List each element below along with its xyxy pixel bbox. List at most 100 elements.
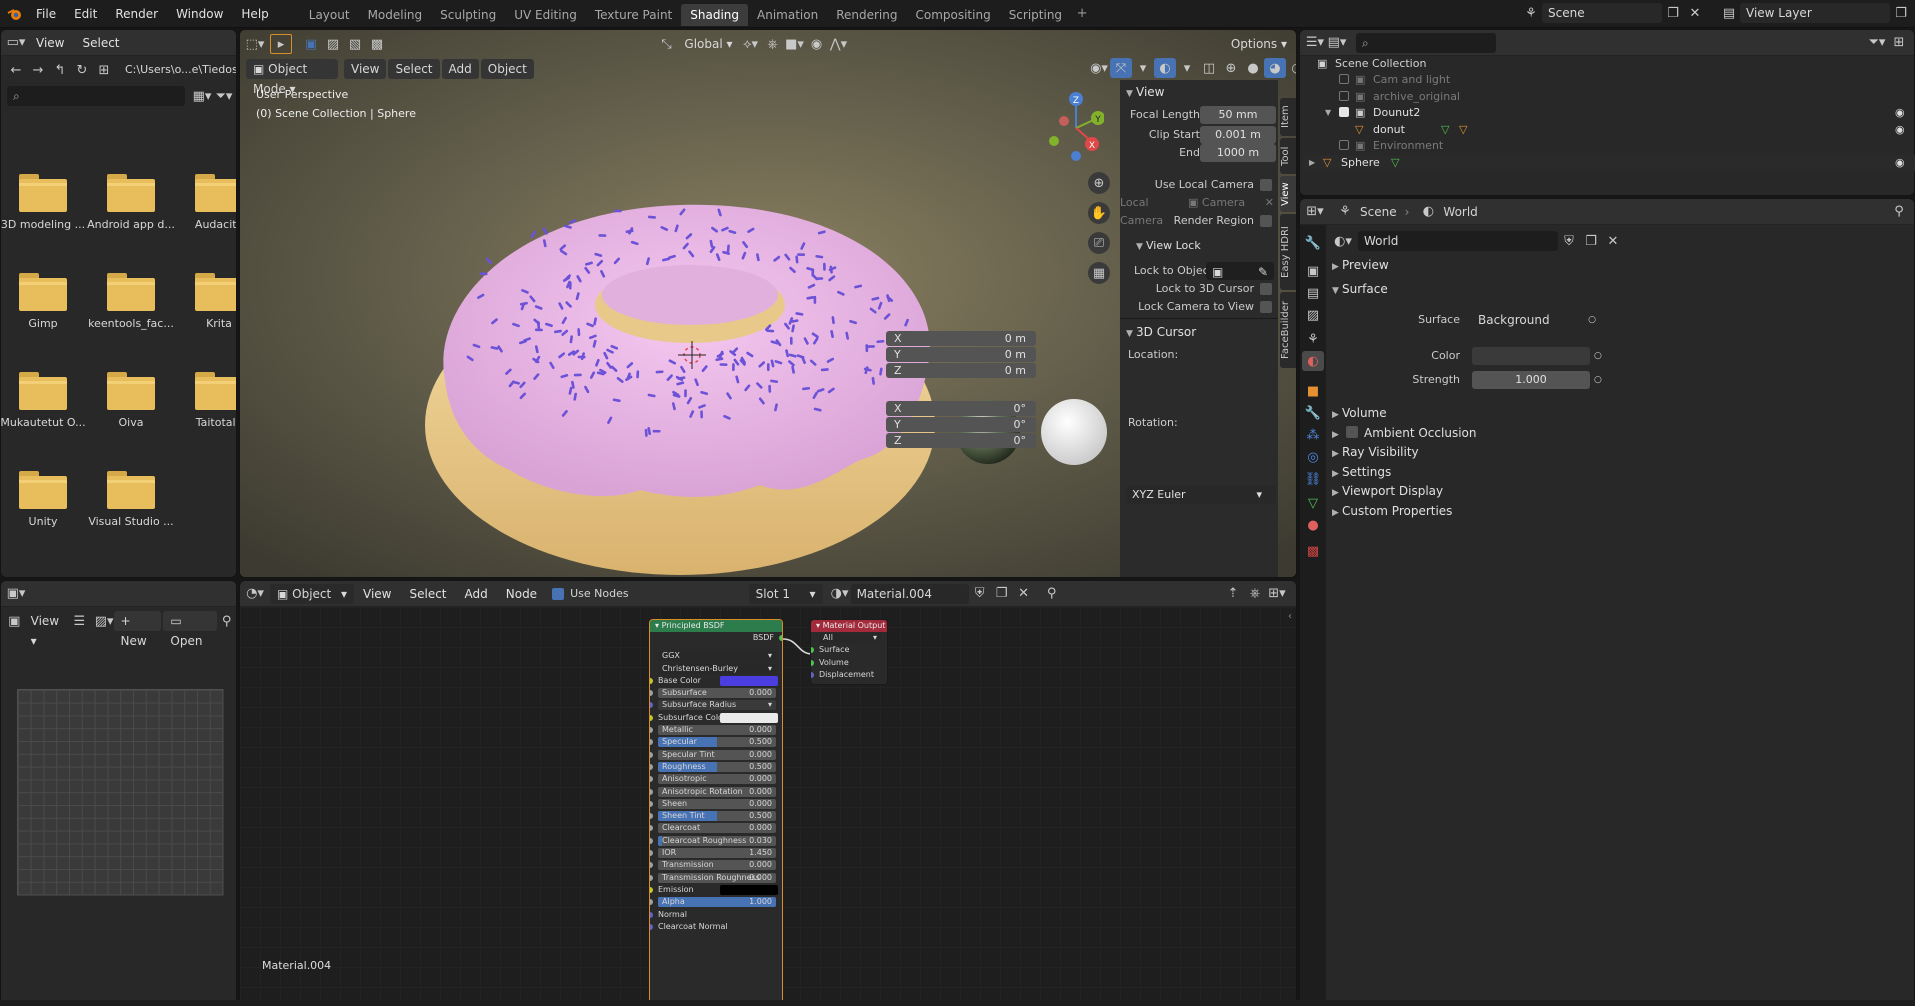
socket-link-icon[interactable]: ○ <box>1594 347 1602 365</box>
input-slider[interactable]: Clearcoat Roughness 0.030 <box>658 835 776 846</box>
gizmo-toggle-icon[interactable]: ⤧ <box>1110 58 1132 78</box>
file-item[interactable]: Mukautetut O... <box>1 372 87 429</box>
modifier-icon[interactable]: ▽ <box>1459 122 1467 138</box>
world-icon[interactable]: ◐ <box>1417 202 1439 222</box>
back-icon[interactable]: ← <box>5 60 27 80</box>
tab-texture-paint[interactable]: Texture Paint <box>586 4 681 26</box>
distribution-dropdown[interactable]: GGX ▾ <box>658 651 776 662</box>
strength-field[interactable]: 1.000 <box>1472 371 1590 389</box>
property-section-header[interactable]: ▶ Viewport Display <box>1332 481 1443 501</box>
mesh-data-icon[interactable]: ▽ <box>1441 122 1449 138</box>
input-socket[interactable] <box>650 800 653 807</box>
editor-type-icon[interactable]: ⊞▾ <box>1304 202 1326 222</box>
input-socket[interactable] <box>650 813 653 820</box>
input-socket[interactable] <box>650 874 653 881</box>
material-output-node[interactable]: ▾ Material Output All ▾ Surface Volume Di… <box>810 619 888 685</box>
file-item[interactable]: 3D modeling ... <box>1 174 87 231</box>
surface-shader-dropdown[interactable]: Background ○ <box>1472 311 1602 329</box>
select-invert-icon[interactable]: ▩ <box>366 34 388 54</box>
clip-start-field[interactable]: 0.001 m <box>1200 126 1276 144</box>
pivot-icon[interactable]: ⟡▾ <box>740 34 762 54</box>
breadcrumb-world[interactable]: World <box>1443 205 1477 219</box>
solid-shading-icon[interactable]: ● <box>1242 58 1264 78</box>
clearcoat-normal-socket[interactable] <box>650 923 653 930</box>
physics-tab-icon[interactable]: ◎ <box>1302 447 1324 467</box>
input-socket[interactable] <box>650 690 653 697</box>
normal-socket[interactable] <box>650 911 653 918</box>
npanel-tab-easy-hdri[interactable]: Easy HDRI <box>1280 214 1296 290</box>
sidebar-toggle-icon[interactable]: ‹ <box>1288 611 1292 622</box>
editor-type-icon[interactable]: ▭▾ <box>5 33 27 53</box>
outliner-root-row[interactable]: ▣ Scene Collection <box>1303 56 1915 72</box>
new-folder-icon[interactable]: ⊞ <box>93 60 115 80</box>
local-camera-field[interactable]: ▣ Camera ✕ <box>1188 194 1274 212</box>
property-section-header[interactable]: ▶ Custom Properties <box>1332 501 1452 521</box>
transform-orientation-icon[interactable]: ⤡ <box>655 34 677 54</box>
surface-section-header[interactable]: ▼ Surface <box>1332 279 1388 299</box>
property-section-header[interactable]: ▶ Ambient Occlusion <box>1332 423 1476 443</box>
input-socket[interactable] <box>650 763 653 770</box>
zoom-icon[interactable]: ⊕ <box>1088 172 1110 194</box>
outliner-item[interactable]: ▣ archive_original <box>1303 89 1915 105</box>
expand-icon[interactable]: ▼ <box>1325 105 1331 121</box>
ortho-grid-icon[interactable]: ▦ <box>1088 262 1110 284</box>
lock-to-object-field[interactable]: ▣ ✎ <box>1206 262 1274 280</box>
duplicate-world-icon[interactable]: ❐ <box>1580 231 1602 251</box>
scene-name-field[interactable]: Scene <box>1542 3 1662 23</box>
file-item[interactable]: Visual Studio ... <box>87 471 175 528</box>
menu-help[interactable]: Help <box>232 0 277 28</box>
input-slider[interactable]: Anisotropic Rotation 0.000 <box>658 786 776 797</box>
exclude-checkbox[interactable] <box>1339 140 1349 150</box>
transform-orientation-dropdown[interactable]: Global ▾ <box>677 34 739 54</box>
input-socket[interactable] <box>650 776 653 783</box>
view-mode-icon[interactable]: ▣ <box>5 611 24 631</box>
editor-type-icon[interactable]: ☰▾ <box>1304 33 1326 53</box>
unlink-world-icon[interactable]: ✕ <box>1602 231 1624 251</box>
property-section-header[interactable]: ▶ Settings <box>1332 462 1391 482</box>
volume-socket[interactable] <box>811 659 814 666</box>
input-slider[interactable]: Alpha 1.000 <box>658 897 776 908</box>
file-item[interactable]: Krita <box>175 273 236 330</box>
lock-to-cursor-checkbox[interactable] <box>1260 283 1272 295</box>
surface-socket[interactable] <box>811 647 814 654</box>
emission-swatch[interactable] <box>720 884 778 895</box>
file-item[interactable]: keentools_fac... <box>87 273 175 330</box>
npanel-tab-item[interactable]: Item <box>1280 98 1296 136</box>
file-item[interactable]: Unity <box>1 471 87 528</box>
delete-scene-icon[interactable]: ✕ <box>1684 3 1706 23</box>
bsdf-node-header[interactable]: ▾ Principled BSDF <box>650 620 782 632</box>
visibility-icon[interactable]: ◉▾ <box>1088 58 1110 78</box>
input-slider[interactable]: Metallic 0.000 <box>658 725 776 736</box>
base-color-socket[interactable] <box>650 677 653 684</box>
bsdf-output-socket[interactable] <box>779 635 782 641</box>
outliner-item[interactable]: ▽ donut ▽ ▽ ◉ <box>1303 122 1915 138</box>
snap-target-icon[interactable]: ■▾ <box>784 34 806 54</box>
render-tab-icon[interactable]: ▣ <box>1302 261 1324 281</box>
input-socket[interactable] <box>650 788 653 795</box>
file-item[interactable]: Oiva <box>87 372 175 429</box>
exclude-checkbox[interactable] <box>1339 90 1349 101</box>
3d-cursor-section-header[interactable]: ▼ 3D Cursor <box>1126 322 1196 342</box>
emission-socket[interactable] <box>650 886 653 893</box>
input-socket[interactable] <box>650 899 653 906</box>
rendered-shading-icon[interactable]: ◔ <box>1286 58 1296 78</box>
output-tab-icon[interactable]: ▤ <box>1302 283 1324 303</box>
clip-end-field[interactable]: 1000 m <box>1200 144 1276 162</box>
lock-camera-checkbox[interactable] <box>1260 301 1272 313</box>
render-region-checkbox[interactable] <box>1260 215 1272 227</box>
sss-method-dropdown[interactable]: Christensen-Burley ▾ <box>658 663 776 674</box>
menu-render[interactable]: Render <box>106 0 167 28</box>
refresh-icon[interactable]: ↻ <box>71 60 93 80</box>
exclude-checkbox[interactable] <box>1339 74 1349 84</box>
view-layer-icon[interactable]: ▤ <box>1718 3 1740 23</box>
input-socket[interactable] <box>650 850 653 857</box>
file-item[interactable]: Android app d... <box>87 174 175 231</box>
vp-menu-select[interactable]: Select <box>388 59 440 79</box>
fb-menu-select[interactable]: Select <box>73 30 128 56</box>
editor-type-icon[interactable]: ⬚▾ <box>244 34 266 54</box>
tab-animation[interactable]: Animation <box>748 4 827 26</box>
file-item[interactable]: Gimp <box>1 273 87 330</box>
tool-tab-icon[interactable]: 🔧 <box>1302 233 1324 253</box>
filter-icon[interactable]: ⏷▾ <box>213 86 235 106</box>
material-preview-icon[interactable]: ◕ <box>1264 58 1286 78</box>
